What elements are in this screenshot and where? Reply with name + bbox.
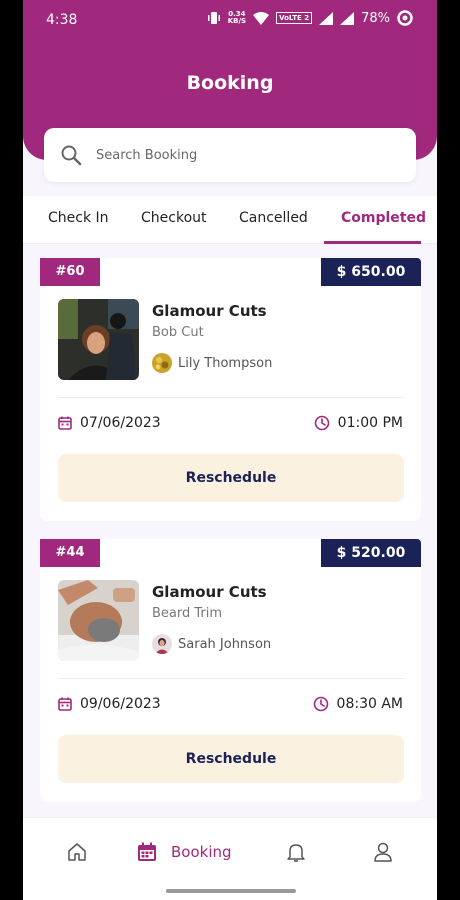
page-title: Booking <box>186 72 274 94</box>
salon-name: Glamour Cuts <box>152 583 267 601</box>
client-name: Lily Thompson <box>178 355 273 371</box>
booking-id-badge: #60 <box>40 258 100 286</box>
booking-time-value: 08:30 AM <box>336 696 403 712</box>
app-screen: 4:38 0.34 KB/S VoLTE 2 78% Booking Check… <box>23 0 437 900</box>
network-speed-unit: KB/S <box>227 17 247 25</box>
price-badge: $ 650.00 <box>321 258 421 286</box>
salon-photo <box>58 299 139 380</box>
status-time: 4:38 <box>46 12 78 28</box>
booking-card: #60 $ 650.00 Glamour Cuts Bob Cut Lily T… <box>40 258 421 521</box>
booking-time: 08:30 AM <box>313 696 403 712</box>
tab-completed[interactable]: Completed <box>341 210 426 226</box>
client-avatar <box>152 353 172 373</box>
card-divider <box>58 678 404 679</box>
nav-booking[interactable]: Booking <box>137 842 232 862</box>
bell-icon <box>287 844 305 862</box>
calendar-icon <box>58 697 72 711</box>
calendar-icon <box>58 416 72 430</box>
reschedule-button[interactable]: Reschedule <box>58 735 404 783</box>
booking-tabs: Check In Checkout Cancelled Completed <box>23 196 437 244</box>
booking-card: #44 $ 520.00 Glamour Cuts Beard Trim Sar… <box>40 539 421 802</box>
service-name: Bob Cut <box>152 325 204 340</box>
booking-id-badge: #44 <box>40 539 100 567</box>
battery-saver-icon <box>397 10 413 26</box>
search-icon <box>61 145 82 166</box>
signal-icon <box>340 11 355 25</box>
client-info: Sarah Johnson <box>152 634 271 654</box>
home-icon <box>68 843 86 861</box>
reschedule-button[interactable]: Reschedule <box>58 454 404 502</box>
network-speed: 0.34 KB/S <box>228 11 246 25</box>
nav-notifications[interactable] <box>287 842 305 862</box>
user-icon <box>374 842 392 862</box>
search-input[interactable] <box>96 147 376 163</box>
salon-photo <box>58 580 139 661</box>
salon-name: Glamour Cuts <box>152 302 267 320</box>
booking-time: 01:00 PM <box>314 415 403 431</box>
volte-badge: VoLTE 2 <box>276 12 313 24</box>
status-icons: 0.34 KB/S VoLTE 2 78% <box>207 10 413 26</box>
booking-date: 07/06/2023 <box>58 415 161 431</box>
tab-check-in[interactable]: Check In <box>48 210 109 226</box>
bottom-nav: Booking <box>23 817 437 900</box>
card-divider <box>58 397 404 398</box>
nav-home[interactable] <box>67 842 87 862</box>
home-indicator[interactable] <box>166 889 296 893</box>
clock-icon <box>314 415 329 431</box>
booking-date-value: 09/06/2023 <box>80 696 161 712</box>
clock-icon <box>313 696 328 712</box>
booking-date: 09/06/2023 <box>58 696 161 712</box>
vibrate-icon <box>207 12 220 24</box>
client-info: Lily Thompson <box>152 353 272 373</box>
client-name: Sarah Johnson <box>178 636 272 652</box>
client-avatar <box>152 634 172 654</box>
nav-profile[interactable] <box>374 842 392 862</box>
nav-booking-label: Booking <box>171 843 232 861</box>
booking-time-value: 01:00 PM <box>337 415 403 431</box>
search-bar[interactable] <box>44 128 416 182</box>
tab-cancelled[interactable]: Cancelled <box>239 210 308 226</box>
active-tab-indicator <box>324 241 421 244</box>
battery-percent: 78% <box>361 10 390 26</box>
service-name: Beard Trim <box>152 606 223 621</box>
booking-date-value: 07/06/2023 <box>80 415 161 431</box>
wifi-icon <box>253 11 270 25</box>
signal-icon <box>319 11 334 25</box>
price-badge: $ 520.00 <box>321 539 421 567</box>
calendar-icon <box>138 842 156 861</box>
tab-checkout[interactable]: Checkout <box>141 210 207 226</box>
status-bar: 4:38 0.34 KB/S VoLTE 2 78% <box>23 0 437 40</box>
